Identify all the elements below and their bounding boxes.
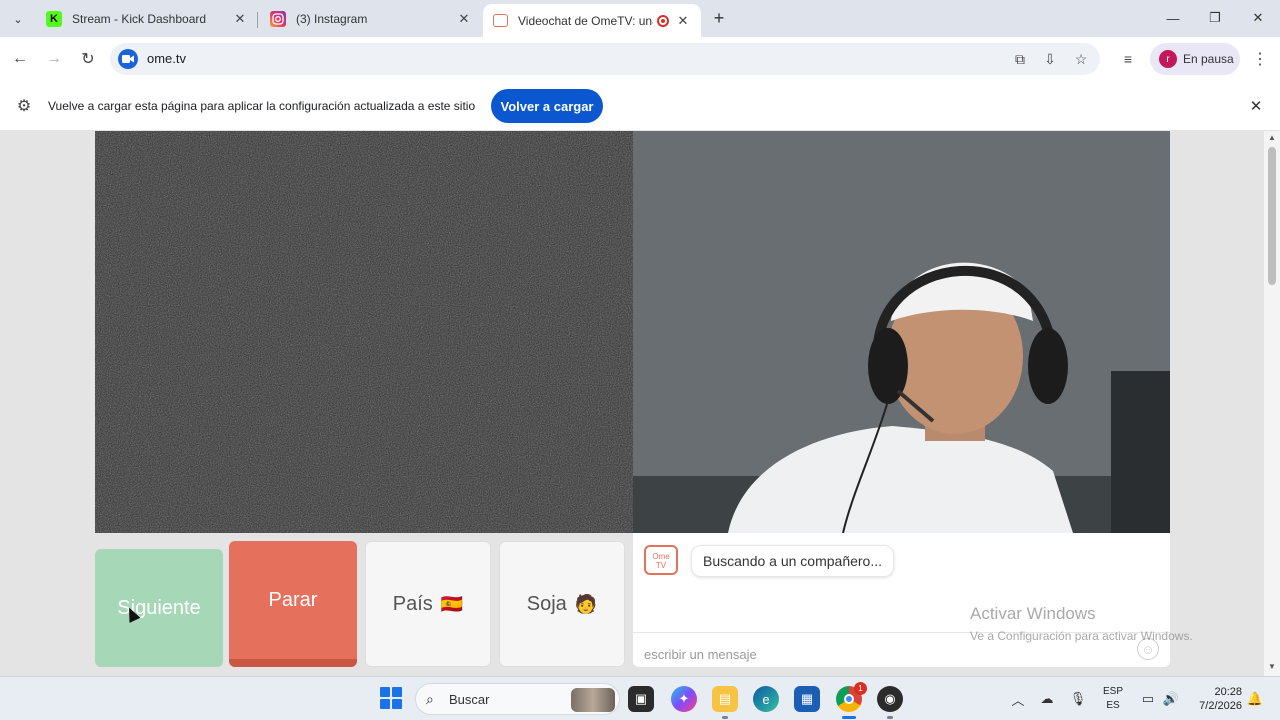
status-message: Buscando a un compañero... xyxy=(691,545,895,577)
close-icon[interactable]: ✕ xyxy=(456,11,472,27)
watermark-title: Activar Windows xyxy=(970,604,1096,623)
gender-filter-button[interactable]: Soja 🧑 xyxy=(499,541,625,667)
person-icon: 🧑 xyxy=(574,593,598,614)
search-icon: ⌕ xyxy=(426,691,434,707)
scroll-up-icon[interactable]: ▲ xyxy=(1267,134,1277,142)
windows-activation-watermark: Activar Windows Ve a Configuración para … xyxy=(970,604,1193,643)
install-app-icon[interactable]: ⇩ xyxy=(1040,50,1060,68)
search-label: Buscar xyxy=(449,692,490,707)
tab-kick[interactable]: K Stream - Kick Dashboard ✕ xyxy=(36,4,258,34)
close-icon[interactable]: ✕ xyxy=(232,11,248,27)
translate-icon[interactable]: ⧉ xyxy=(1010,50,1030,68)
forward-icon[interactable]: → xyxy=(42,47,66,71)
profile-label: En pausa xyxy=(1183,52,1234,66)
close-infobar-icon[interactable]: ✕ xyxy=(1246,96,1266,116)
spain-flag-icon: 🇪🇸 xyxy=(440,593,464,614)
tab-title: Stream - Kick Dashboard xyxy=(72,12,207,26)
time-text: 20:28 xyxy=(1214,686,1242,698)
browser-toolbar: ← → ↻ ome.tv ⧉ ⇩ ☆ ≡ r En pausa ⋮ xyxy=(0,37,1280,81)
obs-icon[interactable]: ◉ xyxy=(877,686,903,719)
country-filter-button[interactable]: País 🇪🇸 xyxy=(365,541,491,667)
chevron-up-icon[interactable]: ︿ xyxy=(1009,690,1027,708)
tab-strip: ⌄ K Stream - Kick Dashboard ✕ (3) Instag… xyxy=(0,0,1280,37)
clock[interactable]: 20:28 7/2/2026 xyxy=(1186,685,1242,713)
back-icon[interactable]: ← xyxy=(8,47,32,71)
network-status-icon[interactable]: ☁ xyxy=(1038,690,1056,708)
message-input[interactable] xyxy=(644,644,1124,664)
display-icon[interactable]: ▭ xyxy=(1139,690,1157,708)
copilot-icon[interactable]: ✦ xyxy=(671,686,697,712)
tab-instagram[interactable]: (3) Instagram ✕ xyxy=(260,4,482,34)
reload-page-button[interactable]: Volver a cargar xyxy=(491,89,603,123)
reload-icon[interactable]: ↻ xyxy=(76,47,100,71)
address-bar[interactable]: ome.tv ⧉ ⇩ ☆ xyxy=(110,43,1100,75)
bookmark-star-icon[interactable]: ☆ xyxy=(1071,50,1091,68)
ometv-icon xyxy=(493,14,508,27)
instagram-icon xyxy=(270,11,286,27)
search-highlight-image xyxy=(571,688,615,712)
media-control-icon[interactable]: ≡ xyxy=(1116,47,1140,71)
kick-icon: K xyxy=(46,11,62,27)
profile-button[interactable]: r En pausa xyxy=(1150,43,1240,75)
ometv-logo: Ome TV xyxy=(644,545,678,575)
gender-label: Soja xyxy=(526,592,567,615)
file-explorer-icon[interactable]: ▤ xyxy=(712,686,738,719)
watermark-subtitle: Ve a Configuración para activar Windows. xyxy=(970,629,1193,643)
scroll-down-icon[interactable]: ▼ xyxy=(1267,663,1277,671)
url-text: ome.tv xyxy=(147,51,187,66)
tab-title: Videochat de OmeTV: una a xyxy=(518,13,653,28)
language-indicator[interactable]: ESP ES xyxy=(1098,685,1128,713)
next-button[interactable]: Siguiente xyxy=(95,549,223,667)
notification-badge: 1 xyxy=(854,682,867,695)
volume-icon[interactable]: 🔊 xyxy=(1162,690,1180,708)
windows-taskbar: ⌕ Buscar ▣ ✦ ▤ e ▦ 1 ◉ ︿ ☁ 🎙 ESP ES ▭ 🔊 … xyxy=(0,676,1280,720)
site-info-icon[interactable] xyxy=(118,49,138,69)
tab-title: (3) Instagram xyxy=(296,12,368,26)
partner-video xyxy=(95,131,633,533)
tab-separator xyxy=(257,12,258,28)
taskbar-search[interactable]: ⌕ Buscar xyxy=(415,683,620,715)
self-camera-video xyxy=(633,131,1170,533)
tab-ometv[interactable]: Videochat de OmeTV: una a ✕ xyxy=(483,4,701,37)
store-icon[interactable]: ▦ xyxy=(794,686,820,712)
close-icon[interactable]: ✕ xyxy=(675,13,691,29)
infobar-message: Vuelve a cargar esta página para aplicar… xyxy=(48,99,476,113)
page-scrollbar[interactable]: ▲ ▼ xyxy=(1264,131,1280,676)
notifications-icon[interactable]: 🔔 xyxy=(1246,690,1264,708)
chat-panel: Ome TV Buscando a un compañero... ☺ xyxy=(633,533,1170,667)
browser-menu-icon[interactable]: ⋮ xyxy=(1250,47,1270,71)
window-close-icon[interactable]: ✕ xyxy=(1243,6,1273,30)
date-text: 7/2/2026 xyxy=(1199,700,1242,712)
scroll-thumb[interactable] xyxy=(1268,147,1276,285)
language-bottom: ES xyxy=(1106,700,1120,711)
minimize-icon[interactable]: — xyxy=(1158,6,1188,30)
recording-icon xyxy=(657,14,669,27)
chrome-icon[interactable]: 1 xyxy=(836,682,867,719)
edge-icon[interactable]: e xyxy=(753,686,779,712)
microphone-icon[interactable]: 🎙 xyxy=(1069,690,1087,708)
ometv-page: Siguiente Parar País 🇪🇸 Soja 🧑 Ome TV Bu… xyxy=(0,131,1264,676)
restore-icon[interactable]: ❐ xyxy=(1200,6,1230,30)
stop-button[interactable]: Parar xyxy=(229,541,357,667)
task-view-icon[interactable]: ▣ xyxy=(628,686,654,712)
logo-text-top: Ome xyxy=(652,552,670,561)
country-label: País xyxy=(392,592,433,615)
language-top: ESP xyxy=(1102,686,1123,697)
stop-label: Parar xyxy=(268,588,318,611)
windows-start-icon[interactable] xyxy=(380,687,402,709)
reload-infobar: ⚙ Vuelve a cargar esta página para aplic… xyxy=(0,81,1280,131)
gear-icon: ⚙ xyxy=(16,98,32,115)
new-tab-button[interactable]: + xyxy=(708,7,730,29)
avatar: r xyxy=(1159,50,1177,68)
tab-search-dropdown-icon[interactable]: ⌄ xyxy=(6,7,30,31)
logo-text-bottom: TV xyxy=(655,561,667,570)
chrome-center xyxy=(844,694,854,704)
